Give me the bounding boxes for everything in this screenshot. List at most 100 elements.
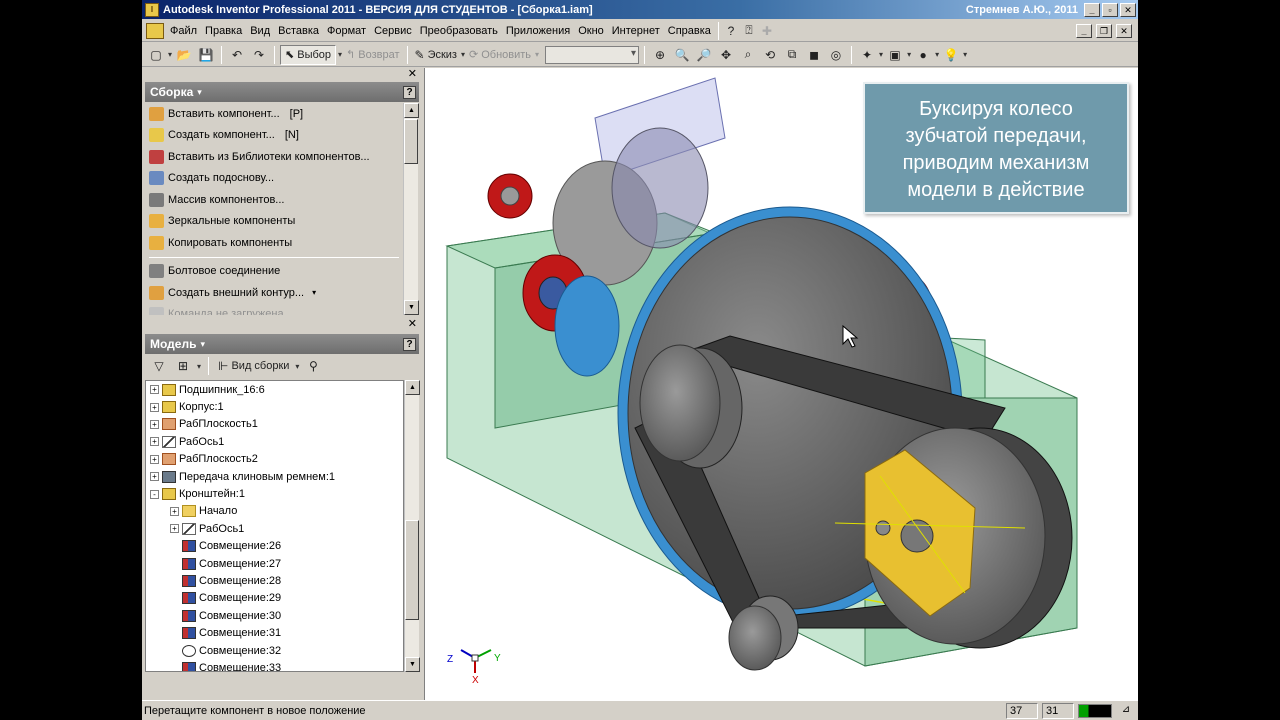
graphics-viewport[interactable]: Y Z X Буксируя колесо зубчатой передачи,…	[424, 68, 1138, 700]
assembly-command-item[interactable]: Команда не загружена	[145, 304, 403, 315]
update-button[interactable]: ⟳ Обновить	[467, 45, 533, 65]
scroll-down-icon[interactable]: ▼	[405, 657, 420, 672]
assembly-scrollbar[interactable]: ▲ ▼	[403, 103, 419, 315]
help-icon[interactable]: ?	[722, 22, 740, 40]
tree-node[interactable]: + РабПлоскость1	[146, 416, 403, 433]
zoom-selected-icon[interactable]: ⌕	[738, 45, 758, 65]
model-help-icon[interactable]: ?	[403, 337, 416, 351]
assembly-command-item[interactable]: Создать внешний контур... ▾	[145, 282, 403, 304]
whats-this-icon[interactable]: ⍰	[740, 22, 758, 40]
pan-icon[interactable]: ✥	[716, 45, 736, 65]
menu-view[interactable]: Вид	[246, 25, 274, 37]
menu-edit[interactable]: Правка	[201, 25, 246, 37]
tree-view-icon[interactable]: ⊞	[173, 356, 193, 376]
expand-icon[interactable]: +	[150, 437, 159, 447]
style-combo[interactable]	[545, 45, 640, 64]
expand-icon[interactable]: +	[150, 454, 159, 464]
tree-node[interactable]: Совмещение:28	[146, 572, 403, 589]
model-panel-close-icon[interactable]: ✕	[408, 317, 417, 330]
assembly-view-button[interactable]: ⊩ Вид сборки	[216, 356, 291, 376]
shadow-dropdown-icon[interactable]: ▾	[907, 50, 911, 59]
menu-tools[interactable]: Сервис	[370, 25, 416, 37]
assembly-command-item[interactable]: Копировать компоненты	[145, 232, 403, 254]
tree-node[interactable]: + РабОсь1	[146, 433, 403, 450]
doc-close-button[interactable]: ✕	[1116, 23, 1132, 38]
assembly-command-item[interactable]: Болтовое соединение	[145, 261, 403, 283]
doc-restore-button[interactable]: ❐	[1096, 23, 1112, 38]
assembly-command-item[interactable]: Создать компонент... [N]	[145, 125, 403, 147]
tree-node[interactable]: + Корпус:1	[146, 398, 403, 415]
redo-icon[interactable]: ↷	[249, 45, 269, 65]
document-icon[interactable]	[146, 22, 164, 39]
expand-icon[interactable]: +	[150, 385, 159, 395]
light-dropdown-icon[interactable]: ▾	[963, 50, 967, 59]
zoom-all-icon[interactable]: ⊕	[650, 45, 670, 65]
scroll-up-icon[interactable]: ▲	[404, 103, 419, 118]
inventor-app-icon[interactable]: I	[145, 2, 159, 17]
model-panel-header[interactable]: Модель ▾ ?	[145, 334, 419, 354]
tree-view-dropdown-icon[interactable]: ▾	[197, 362, 201, 371]
menu-file[interactable]: Файл	[166, 25, 201, 37]
assembly-panel-close-icon[interactable]: ✕	[408, 67, 417, 80]
zoom-icon[interactable]: 🔎	[694, 45, 714, 65]
doc-minimize-button[interactable]: _	[1076, 23, 1092, 38]
resize-grip-icon[interactable]: ⊿	[1118, 704, 1134, 718]
menu-applications[interactable]: Приложения	[502, 25, 574, 37]
assembly-command-item[interactable]: Зеркальные компоненты	[145, 211, 403, 233]
bearing-left-top[interactable]	[487, 173, 533, 219]
sketch-dropdown-icon[interactable]: ▾	[461, 50, 465, 59]
menu-format[interactable]: Формат	[323, 25, 370, 37]
camera-icon[interactable]: ◎	[826, 45, 846, 65]
tree-node[interactable]: Совмещение:31	[146, 624, 403, 641]
chevron-down-icon[interactable]: ▾	[312, 288, 316, 297]
rotate-icon[interactable]: ⟲	[760, 45, 780, 65]
pinion-gear[interactable]	[554, 275, 620, 377]
expand-icon[interactable]: +	[170, 524, 179, 534]
assembly-command-item[interactable]: Создать подоснову...	[145, 168, 403, 190]
maximize-button[interactable]: ▫	[1102, 2, 1118, 17]
minimize-button[interactable]: _	[1084, 2, 1100, 17]
expand-icon[interactable]: +	[170, 506, 179, 516]
menu-window[interactable]: Окно	[574, 25, 608, 37]
new-dropdown-icon[interactable]: ▾	[168, 50, 172, 59]
menu-help[interactable]: Справка	[664, 25, 715, 37]
zoom-window-icon[interactable]: 🔍	[672, 45, 692, 65]
scroll-down-icon[interactable]: ▼	[404, 300, 419, 315]
expand-icon[interactable]: +	[150, 402, 159, 412]
menu-internet[interactable]: Интернет	[608, 25, 664, 37]
update-dropdown-icon[interactable]: ▾	[535, 50, 539, 59]
plus-icon[interactable]: ✚	[758, 22, 776, 40]
look-at-icon[interactable]: ⧉	[782, 45, 802, 65]
new-file-icon[interactable]: ▢	[146, 45, 166, 65]
assembly-command-item[interactable]: Массив компонентов...	[145, 189, 403, 211]
expand-icon[interactable]: +	[150, 472, 159, 482]
ground-shadow-icon[interactable]: ▣	[885, 45, 905, 65]
tree-node[interactable]: Совмещение:29	[146, 590, 403, 607]
scroll-up-icon[interactable]: ▲	[405, 380, 420, 395]
shaded-display-icon[interactable]: ◼	[804, 45, 824, 65]
tree-node[interactable]: Совмещение:30	[146, 607, 403, 624]
filter-icon[interactable]: ▽	[149, 356, 169, 376]
visual-style-dropdown-icon[interactable]: ▾	[879, 50, 883, 59]
open-file-icon[interactable]: 📂	[174, 45, 194, 65]
select-button[interactable]: ⬉ Выбор	[280, 44, 337, 65]
tree-node[interactable]: - Кронштейн:1	[146, 485, 403, 502]
tree-node[interactable]: Совмещение:26	[146, 538, 403, 555]
menu-insert[interactable]: Вставка	[274, 25, 323, 37]
lighting-icon[interactable]: ●	[913, 45, 933, 65]
return-button[interactable]: ↰ Возврат	[344, 45, 401, 65]
select-dropdown-icon[interactable]: ▾	[338, 50, 342, 59]
visual-style-icon[interactable]: ✦	[857, 45, 877, 65]
tree-node[interactable]: + Подшипник_16:6	[146, 381, 403, 398]
expand-icon[interactable]: +	[150, 419, 159, 429]
tree-node[interactable]: + Передача клиновым ремнем:1	[146, 468, 403, 485]
save-icon[interactable]: 💾	[196, 45, 216, 65]
lighting-dropdown-icon[interactable]: ▾	[935, 50, 939, 59]
assembly-panel-header[interactable]: Сборка ▾ ?	[145, 82, 419, 102]
tree-node[interactable]: + РабОсь1	[146, 520, 403, 537]
tree-node[interactable]: + РабПлоскость2	[146, 451, 403, 468]
assembly-command-item[interactable]: Вставить из Библиотеки компонентов...	[145, 146, 403, 168]
scroll-thumb[interactable]	[405, 520, 419, 620]
light-bulb-icon[interactable]: 💡	[941, 45, 961, 65]
sketch-button[interactable]: ✎ Эскиз	[413, 45, 459, 65]
